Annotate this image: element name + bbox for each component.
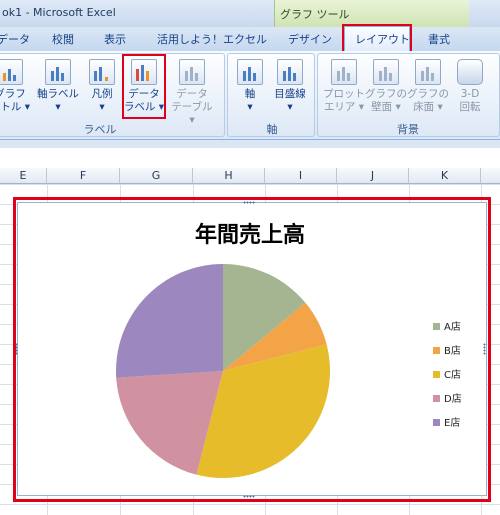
chart-wall-icon (373, 59, 399, 85)
data-table-button[interactable]: データ テーブル ▾ (170, 56, 214, 126)
chart-wall-button[interactable]: グラフの 壁面 ▾ (364, 56, 408, 118)
gridlines-button[interactable]: 目盛線 ▾ (268, 56, 312, 118)
group-label-axes: 軸 (266, 123, 278, 136)
tab-excel-tips[interactable]: 活用しよう！エクセル (157, 31, 267, 47)
data-table-icon (179, 59, 205, 85)
chart-tools-label: グラフ ツール (280, 8, 350, 21)
3d-rotation-icon (457, 59, 483, 85)
chart-title-button[interactable]: グラフイトル ▾ (0, 56, 32, 118)
axes-button[interactable]: 軸 ▾ (228, 56, 272, 118)
plot-area-button[interactable]: プロット エリア ▾ (322, 56, 366, 118)
column-header-g[interactable]: G (120, 168, 193, 183)
chart-title-icon (0, 59, 23, 85)
group-label-background: 背景 (397, 123, 419, 136)
column-header-e[interactable]: E (0, 168, 47, 183)
tab-data[interactable]: データ (0, 31, 30, 47)
chart-floor-button[interactable]: グラフの 床面 ▾ (406, 56, 450, 118)
gridlines-icon (277, 59, 303, 85)
tab-view[interactable]: 表示 (104, 31, 126, 47)
layout-tab-highlight (342, 24, 412, 53)
tab-review[interactable]: 校閲 (52, 31, 74, 47)
chart-highlight (13, 197, 491, 502)
axis-titles-button[interactable]: 軸ラベル ▾ (36, 56, 80, 118)
chart-floor-icon (415, 59, 441, 85)
group-label-labels: ラベル (83, 123, 117, 136)
column-header-h[interactable]: H (193, 168, 265, 183)
axis-titles-icon (45, 59, 71, 85)
3d-rotation-button[interactable]: 3-D 回転 (448, 56, 492, 118)
tab-format[interactable]: 書式 (428, 31, 450, 47)
legend-button[interactable]: 凡例 ▾ (80, 56, 124, 118)
axes-icon (237, 59, 263, 85)
legend-icon (89, 59, 115, 85)
data-labels-highlight (122, 54, 166, 119)
column-header-j[interactable]: J (337, 168, 409, 183)
column-header-i[interactable]: I (265, 168, 337, 183)
tab-design[interactable]: デザイン (288, 31, 332, 47)
plot-area-icon (331, 59, 357, 85)
ribbon-bottom-strip (0, 140, 500, 148)
formula-bar[interactable] (0, 148, 500, 169)
window-title: ok1 - Microsoft Excel (2, 6, 116, 19)
column-header-f[interactable]: F (47, 168, 120, 183)
column-header-k[interactable]: K (409, 168, 481, 183)
